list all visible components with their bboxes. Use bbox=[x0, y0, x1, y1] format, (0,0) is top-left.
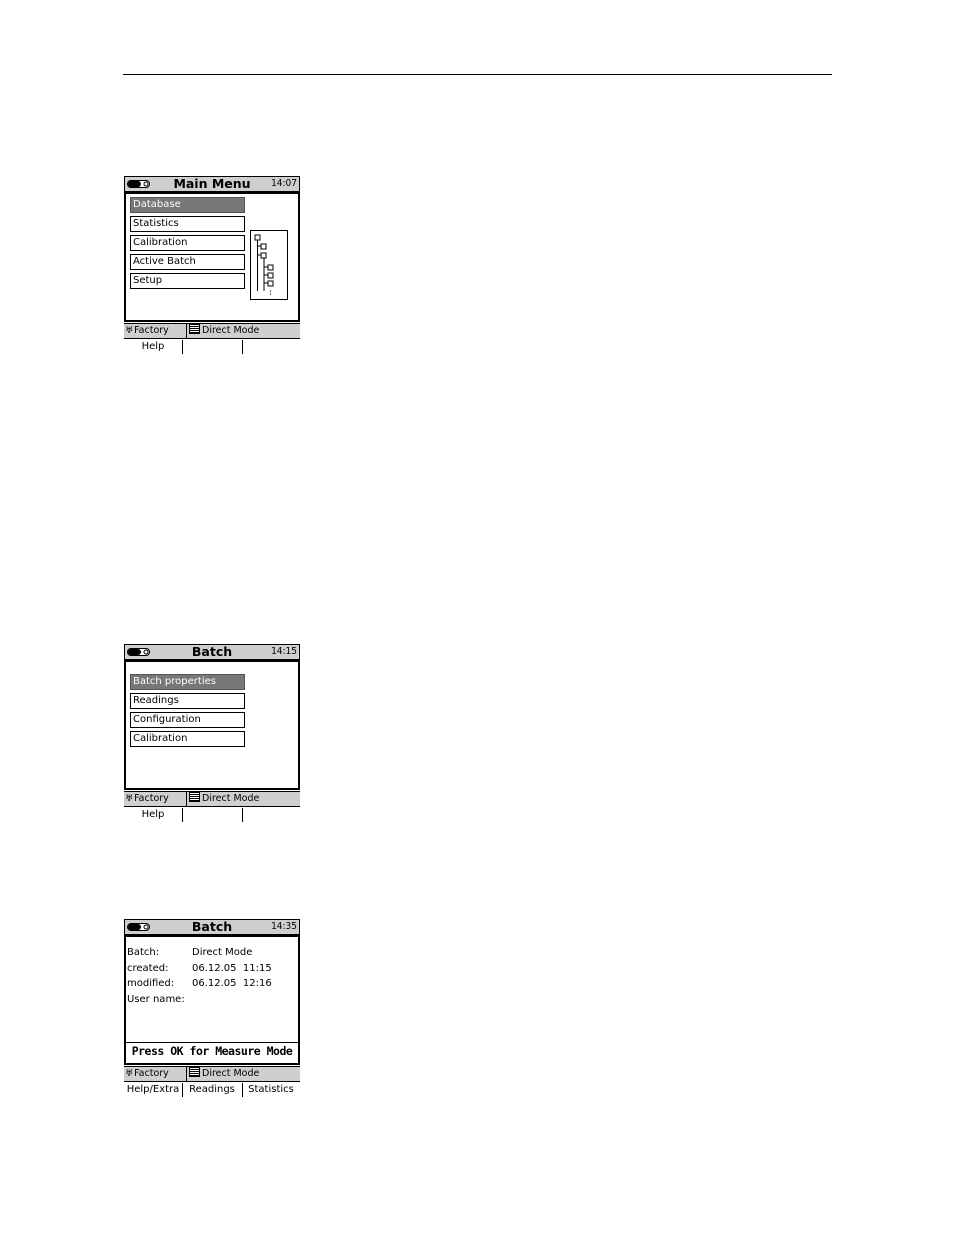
menu-item-database[interactable]: Database bbox=[130, 197, 245, 213]
list-icon bbox=[189, 1067, 200, 1077]
factory-icon: ♅ bbox=[125, 794, 134, 804]
status-user: Factory bbox=[134, 1068, 169, 1079]
main-menu-screen: Main Menu 14:07 Database Statistics Cali… bbox=[124, 176, 300, 354]
menu-item-batch-properties[interactable]: Batch properties bbox=[130, 674, 245, 690]
batch-menu-screen: Batch 14:15 Batch properties Readings Co… bbox=[124, 644, 300, 822]
menu-item-active-batch[interactable]: Active Batch bbox=[130, 254, 245, 270]
softkey-1[interactable]: Help bbox=[124, 808, 182, 822]
clock: 14:35 bbox=[271, 921, 297, 932]
status-bar: ♅Factory Direct Mode bbox=[124, 323, 300, 339]
menu-item-statistics[interactable]: Statistics bbox=[130, 216, 245, 232]
clock: 14:15 bbox=[271, 646, 297, 657]
status-batch: Direct Mode bbox=[202, 793, 260, 804]
softkey-bar: Help/Extra Readings Statistics bbox=[124, 1083, 300, 1097]
softkey-1[interactable]: Help bbox=[124, 340, 182, 354]
screen-body: Batch properties Readings Configuration … bbox=[124, 660, 300, 790]
status-batch: Direct Mode bbox=[202, 1068, 260, 1079]
status-bar: ♅Factory Direct Mode bbox=[124, 1066, 300, 1082]
factory-icon: ♅ bbox=[125, 326, 134, 336]
title-bar: Batch 14:35 bbox=[124, 919, 300, 935]
page-header-rule bbox=[123, 74, 832, 75]
menu-item-calibration[interactable]: Calibration bbox=[130, 235, 245, 251]
menu-item-configuration[interactable]: Configuration bbox=[130, 712, 245, 728]
title-bar: Main Menu 14:07 bbox=[124, 176, 300, 192]
softkey-readings[interactable]: Readings bbox=[183, 1083, 241, 1097]
menu-tree-icon bbox=[250, 230, 288, 300]
softkey-bar: Help bbox=[124, 808, 300, 822]
menu-item-calibration[interactable]: Calibration bbox=[130, 731, 245, 747]
clock: 14:07 bbox=[271, 178, 297, 189]
menu-item-setup[interactable]: Setup bbox=[130, 273, 245, 289]
batch-properties-screen: Batch 14:35 Batch: Direct Mode created: 06… bbox=[124, 919, 300, 1097]
status-batch: Direct Mode bbox=[202, 325, 260, 336]
menu-item-readings[interactable]: Readings bbox=[130, 693, 245, 709]
title-bar: Batch 14:15 bbox=[124, 644, 300, 660]
measure-mode-prompt: Press OK for Measure Mode bbox=[126, 1042, 298, 1059]
softkey-bar: Help bbox=[124, 340, 300, 354]
list-icon bbox=[189, 792, 200, 802]
status-bar: ♅Factory Direct Mode bbox=[124, 791, 300, 807]
screen-body: Batch: Direct Mode created: 06.12.05 11:15… bbox=[124, 935, 300, 1065]
list-icon bbox=[189, 324, 200, 334]
status-user: Factory bbox=[134, 325, 169, 336]
softkey-statistics[interactable]: Statistics bbox=[242, 1083, 300, 1097]
screen-body: Database Statistics Calibration Active B… bbox=[124, 192, 300, 322]
factory-icon: ♅ bbox=[125, 1069, 134, 1079]
softkey-help-extra[interactable]: Help/Extra bbox=[124, 1083, 182, 1097]
status-user: Factory bbox=[134, 793, 169, 804]
